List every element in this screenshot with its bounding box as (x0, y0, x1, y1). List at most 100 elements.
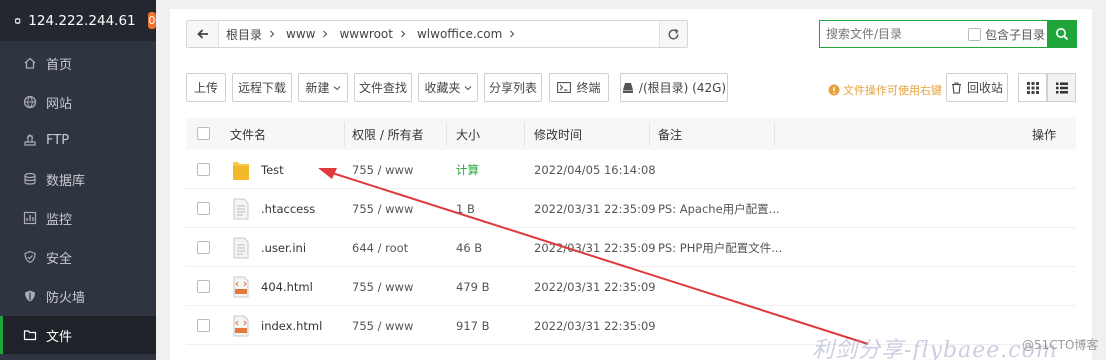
recycle-bin-button[interactable]: 回收站 (946, 73, 1008, 102)
home-icon (22, 55, 38, 71)
search-input[interactable] (820, 22, 960, 46)
refresh-button[interactable] (659, 21, 687, 47)
list-view-button[interactable] (1047, 73, 1076, 102)
html-file-icon (233, 267, 249, 306)
text-file-icon (233, 189, 249, 228)
file-permission[interactable]: 755 / www (352, 150, 413, 189)
file-modified-time: 2022/03/31 22:35:09 (534, 318, 656, 333)
file-name[interactable]: .htaccess (261, 189, 315, 228)
share-list-button[interactable]: 分享列表 (484, 73, 542, 102)
sidebar-item-label: FTP (46, 132, 70, 148)
monitor-icon (22, 210, 38, 226)
chevron-right-icon (401, 30, 406, 38)
file-permission[interactable]: 755 / www (352, 189, 413, 228)
remote-download-label: 远程下载 (237, 81, 286, 95)
back-button[interactable] (187, 21, 219, 47)
column-header-actions: 操作 (1032, 127, 1057, 142)
include-subdir-toggle[interactable]: 包含子目录 (968, 26, 1045, 43)
server-icon (15, 17, 21, 24)
table-row[interactable]: .user.ini 644 / root 46 B 2022/03/31 22:… (186, 228, 1076, 267)
row-checkbox[interactable] (197, 280, 210, 293)
file-name[interactable]: index.html (261, 306, 322, 345)
text-file-icon (233, 228, 249, 267)
table-row[interactable]: Test 755 / www 计算 2022/04/05 16:14:08 (186, 150, 1076, 189)
file-name[interactable]: Test (261, 150, 284, 189)
breadcrumb-root[interactable]: 根目录 (226, 26, 262, 43)
disk-selector-button[interactable]: /(根目录) (42G) (620, 73, 728, 102)
row-checkbox[interactable] (197, 319, 210, 332)
list-icon (1055, 82, 1068, 93)
row-checkbox[interactable] (197, 163, 210, 176)
path-bar: 根目录 www wwwroot wlwoffice.com (186, 20, 688, 48)
server-header: 124.222.244.61 0 (0, 0, 156, 41)
file-search-button[interactable]: 文件查找 (354, 73, 412, 102)
file-name[interactable]: 404.html (261, 267, 313, 306)
column-divider (649, 122, 650, 146)
sidebar-item-home[interactable]: 首页 (0, 44, 156, 82)
favorites-label: 收藏夹 (424, 81, 461, 95)
remote-download-button[interactable]: 远程下载 (232, 73, 292, 102)
sidebar-item-security[interactable]: 安全 (0, 238, 156, 276)
new-dropdown-button[interactable]: 新建 (298, 73, 348, 102)
sidebar-item-label: 防火墙 (46, 290, 86, 306)
right-click-hint: 文件操作可使用右键 (828, 82, 942, 98)
share-list-label: 分享列表 (488, 81, 537, 95)
sidebar-item-files[interactable]: 文件 (0, 316, 156, 354)
file-modified-time: 2022/03/31 22:35:09 (534, 240, 656, 255)
html-file-icon (233, 306, 249, 345)
breadcrumb-www[interactable]: www (286, 27, 315, 41)
file-modified-time: 2022/03/31 22:35:09 (534, 279, 656, 294)
column-header-modified[interactable]: 修改时间 (534, 118, 582, 150)
column-divider (446, 122, 447, 146)
chevron-right-icon (510, 30, 515, 38)
file-size: 1 B (456, 201, 475, 216)
sidebar-item-ftp[interactable]: FTP (0, 121, 156, 159)
sidebar-item-label: 监控 (46, 212, 73, 228)
shield-icon (22, 249, 38, 265)
breadcrumb: 根目录 www wwwroot wlwoffice.com (219, 21, 526, 47)
column-header-permission[interactable]: 权限 / 所有者 (352, 118, 424, 150)
upload-button[interactable]: 上传 (186, 73, 226, 102)
breadcrumb-wwwroot[interactable]: wwwroot (339, 27, 393, 41)
select-all-checkbox[interactable] (197, 127, 210, 140)
sidebar-item-label: 文件 (46, 329, 73, 345)
chevron-down-icon (333, 85, 340, 90)
file-permission[interactable]: 644 / root (352, 228, 408, 267)
file-name[interactable]: .user.ini (261, 228, 306, 267)
server-ip: 124.222.244.61 (28, 12, 136, 29)
table-row[interactable]: .htaccess 755 / www 1 B 2022/03/31 22:35… (186, 189, 1076, 228)
path-input-area[interactable] (526, 21, 659, 47)
file-modified-time: 2022/03/31 22:35:09 (534, 201, 656, 216)
sidebar-item-firewall[interactable]: 防火墙 (0, 277, 156, 315)
new-label: 新建 (305, 81, 330, 95)
column-divider (774, 122, 775, 146)
file-size: 917 B (456, 318, 490, 333)
recycle-label: 回收站 (966, 81, 1003, 95)
column-header-name[interactable]: 文件名 (230, 118, 266, 150)
search-button[interactable] (1047, 20, 1077, 48)
sidebar-item-website[interactable]: 网站 (0, 83, 156, 121)
sidebar-item-database[interactable]: 数据库 (0, 160, 156, 198)
upload-label: 上传 (193, 81, 218, 95)
notification-badge[interactable]: 0 (147, 12, 156, 29)
terminal-button[interactable]: 终端 (549, 73, 609, 102)
hard-disk-icon (622, 82, 634, 94)
firewall-icon (22, 288, 38, 304)
file-permission[interactable]: 755 / www (352, 267, 413, 306)
file-permission[interactable]: 755 / www (352, 306, 413, 345)
row-checkbox[interactable] (197, 202, 210, 215)
column-header-size[interactable]: 大小 (456, 118, 480, 150)
sidebar-item-monitor[interactable]: 监控 (0, 199, 156, 237)
info-icon (828, 84, 840, 96)
file-note[interactable]: PS: Apache用户配置... (658, 189, 780, 228)
file-note[interactable]: PS: PHP用户配置文件... (658, 228, 782, 267)
row-checkbox[interactable] (197, 241, 210, 254)
breadcrumb-site[interactable]: wlwoffice.com (417, 27, 502, 41)
trash-icon (951, 81, 962, 94)
favorites-dropdown-button[interactable]: 收藏夹 (418, 73, 478, 102)
grid-view-button[interactable] (1018, 73, 1047, 102)
arrow-left-icon (196, 29, 208, 39)
table-row[interactable]: 404.html 755 / www 479 B 2022/03/31 22:3… (186, 267, 1076, 306)
include-subdir-checkbox[interactable] (968, 27, 981, 41)
folder-size-calculate-link[interactable]: 计算 (456, 150, 479, 189)
